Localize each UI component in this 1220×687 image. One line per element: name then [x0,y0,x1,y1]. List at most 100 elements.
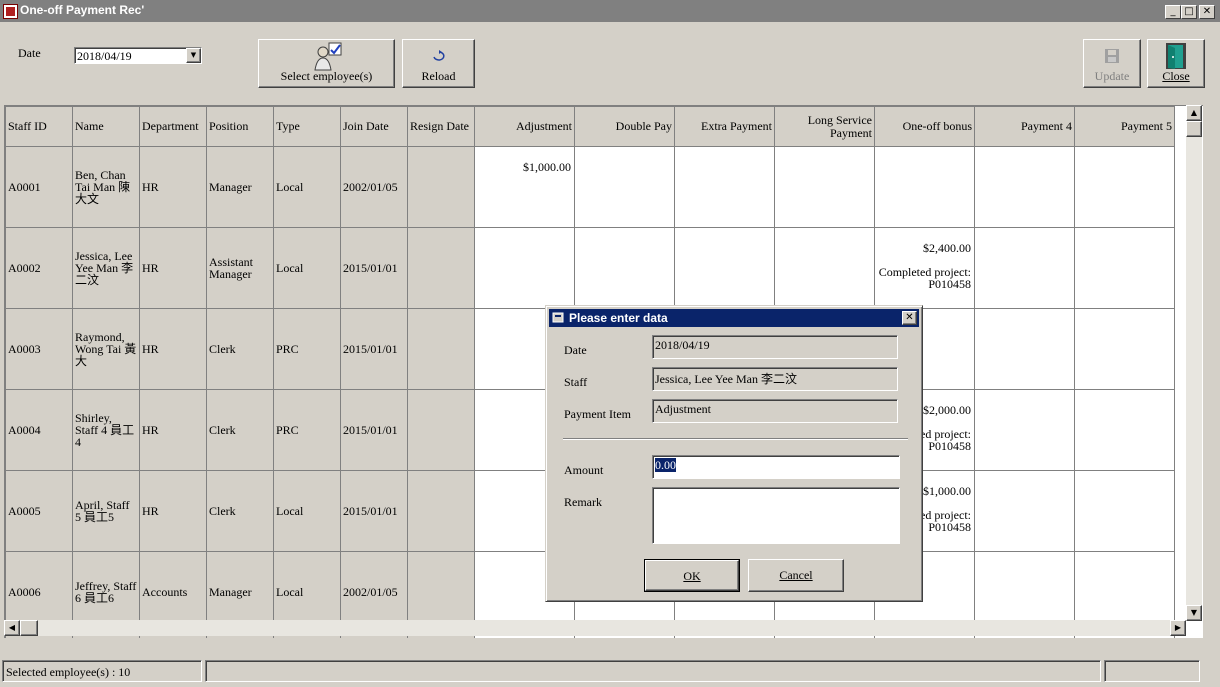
cell-position[interactable]: Clerk [206,389,274,471]
cell-long-service-payment[interactable] [774,227,875,309]
vertical-scrollbar[interactable]: ▲ ▼ [1186,105,1202,621]
cell-type[interactable]: Local [273,146,341,228]
cell-resign-date[interactable] [407,470,475,552]
col-header-join-date[interactable]: Join Date [340,106,408,147]
col-header-resign-date[interactable]: Resign Date [407,106,475,147]
cell-type[interactable]: Local [273,470,341,552]
cell-department[interactable]: HR [139,146,207,228]
cell-payment-4[interactable] [974,146,1075,228]
col-header-position[interactable]: Position [206,106,274,147]
scroll-down-icon[interactable]: ▼ [1186,605,1202,621]
cell-extra-payment[interactable] [674,227,775,309]
cell-type[interactable]: Local [273,227,341,309]
cell-position[interactable]: Clerk [206,308,274,390]
app-icon[interactable] [3,4,18,19]
reload-label: Reload [421,69,456,83]
close-button[interactable]: Close [1147,39,1205,88]
select-employee-icon [313,42,341,71]
horizontal-scrollbar[interactable]: ◀ ▶ [4,620,1186,636]
cell-name[interactable]: Raymond, Wong Tai 黃大 [72,308,140,390]
ok-button[interactable]: OK [644,559,740,592]
dialog-title-bar[interactable]: Please enter data ✕ [549,309,919,327]
cell-join-date[interactable]: 2015/01/01 [340,227,408,309]
minimize-button[interactable]: _ [1165,5,1181,19]
cell-resign-date[interactable] [407,308,475,390]
window-title-bar[interactable]: One-off Payment Rec' _ □ ✕ [0,0,1220,22]
table-row[interactable]: A0002 Jessica, Lee Yee Man 李二汶 HR Assistant… [5,227,1175,309]
cell-staff-id[interactable]: A0004 [5,389,73,471]
cell-extra-payment[interactable] [674,146,775,228]
col-header-department[interactable]: Department [139,106,207,147]
col-header-long-service-payment[interactable]: Long Service Payment [774,106,875,147]
cell-name[interactable]: Jessica, Lee Yee Man 李二汶 [72,227,140,309]
col-header-name[interactable]: Name [72,106,140,147]
col-header-payment-4[interactable]: Payment 4 [974,106,1075,147]
cell-position[interactable]: Manager [206,146,274,228]
cell-department[interactable]: HR [139,227,207,309]
cell-type[interactable]: PRC [273,389,341,471]
cell-position[interactable]: Assistant Manager [206,227,274,309]
scroll-right-icon[interactable]: ▶ [1170,620,1186,636]
date-picker[interactable]: 2018/04/19 ▼ [74,47,202,64]
cell-staff-id[interactable]: A0003 [5,308,73,390]
cell-payment-5[interactable] [1074,470,1175,552]
col-header-type[interactable]: Type [273,106,341,147]
remark-textarea[interactable] [652,487,900,544]
cancel-button[interactable]: Cancel [748,559,844,592]
dialog-close-icon[interactable]: ✕ [902,311,917,325]
cell-department[interactable]: HR [139,308,207,390]
col-header-staff-id[interactable]: Staff ID [5,106,73,147]
cell-staff-id[interactable]: A0002 [5,227,73,309]
cell-payment-4[interactable] [974,389,1075,471]
scroll-left-icon[interactable]: ◀ [4,620,20,636]
col-header-double-pay[interactable]: Double Pay [574,106,675,147]
cell-resign-date[interactable] [407,146,475,228]
cell-join-date[interactable]: 2015/01/01 [340,470,408,552]
cell-one-off-bonus[interactable] [874,146,975,228]
vertical-scroll-thumb[interactable] [1186,121,1202,137]
horizontal-scroll-thumb[interactable] [20,620,38,636]
cell-department[interactable]: HR [139,470,207,552]
cell-name[interactable]: April, Staff 5 員工5 [72,470,140,552]
cell-join-date[interactable]: 2015/01/01 [340,308,408,390]
cell-one-off-bonus[interactable]: $2,400.00 Completed project: P010458 [874,227,975,309]
cell-payment-4[interactable] [974,470,1075,552]
cell-join-date[interactable]: 2002/01/05 [340,146,408,228]
col-header-payment-5[interactable]: Payment 5 [1074,106,1175,147]
cell-payment-4[interactable] [974,308,1075,390]
update-button[interactable]: Update [1083,39,1141,88]
window-title: One-off Payment Rec' [20,3,145,17]
amount-input[interactable]: 0.00 [652,455,900,479]
cell-long-service-payment[interactable] [774,146,875,228]
cell-payment-5[interactable] [1074,146,1175,228]
window-close-button[interactable]: ✕ [1199,5,1215,19]
cell-adjustment[interactable]: $1,000.00 [474,146,575,228]
cell-double-pay[interactable] [574,227,675,309]
cell-payment-5[interactable] [1074,389,1175,471]
cell-name[interactable]: Shirley, Staff 4 員工4 [72,389,140,471]
table-row[interactable]: A0001 Ben, Chan Tai Man 陳大文 HR Manager Local… [5,146,1175,228]
reload-button[interactable]: Reload [402,39,475,88]
col-header-adjustment[interactable]: Adjustment [474,106,575,147]
cell-payment-5[interactable] [1074,308,1175,390]
resize-grip[interactable] [1203,668,1217,682]
cell-type[interactable]: PRC [273,308,341,390]
select-employee-button[interactable]: Select employee(s) [258,39,395,88]
cell-department[interactable]: HR [139,389,207,471]
cell-resign-date[interactable] [407,227,475,309]
cell-join-date[interactable]: 2015/01/01 [340,389,408,471]
maximize-button[interactable]: □ [1181,5,1197,19]
cell-payment-4[interactable] [974,227,1075,309]
cell-adjustment[interactable] [474,227,575,309]
cell-position[interactable]: Clerk [206,470,274,552]
col-header-extra-payment[interactable]: Extra Payment [674,106,775,147]
cell-payment-5[interactable] [1074,227,1175,309]
cell-name[interactable]: Ben, Chan Tai Man 陳大文 [72,146,140,228]
cell-staff-id[interactable]: A0001 [5,146,73,228]
cell-staff-id[interactable]: A0005 [5,470,73,552]
col-header-one-off-bonus[interactable]: One-off bonus [874,106,975,147]
cell-resign-date[interactable] [407,389,475,471]
chevron-down-icon[interactable]: ▼ [186,48,201,63]
scroll-up-icon[interactable]: ▲ [1186,105,1202,121]
cell-double-pay[interactable] [574,146,675,228]
